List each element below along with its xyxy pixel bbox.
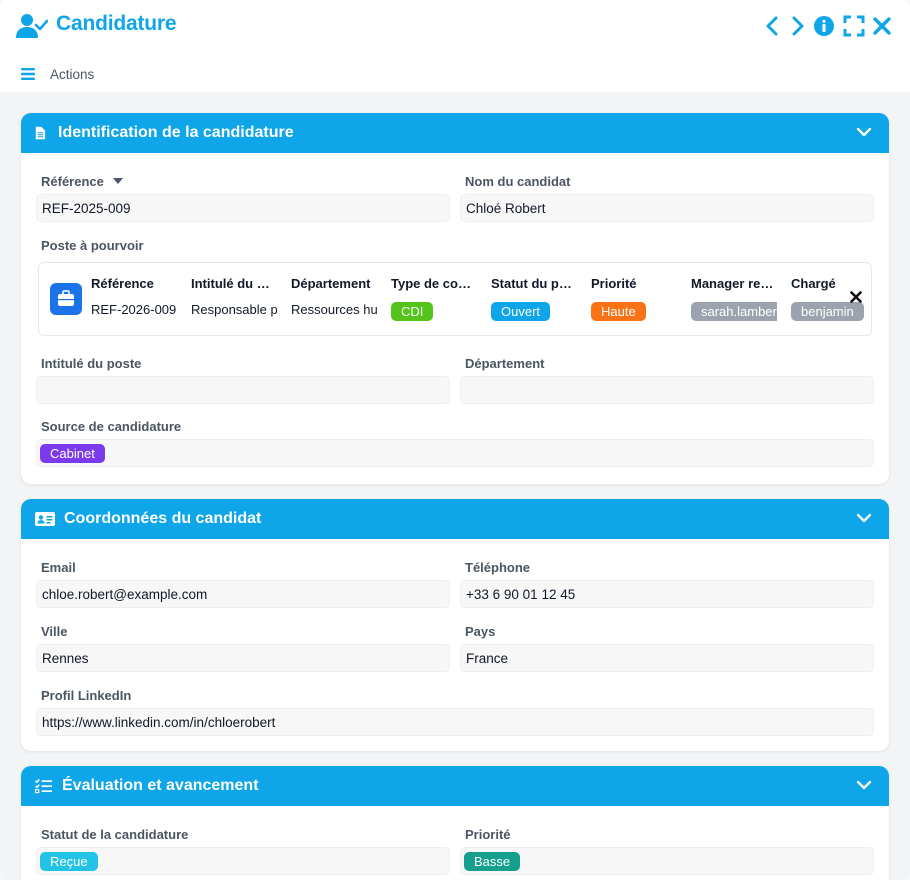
- priorite-field[interactable]: Basse: [460, 847, 874, 875]
- section-title: Identification de la candidature: [58, 124, 294, 141]
- source-field[interactable]: Cabinet: [36, 439, 874, 467]
- card-column-header: Type de contrat: [391, 276, 477, 291]
- page-title: Candidature: [56, 12, 177, 35]
- pays-field[interactable]: France: [460, 644, 874, 672]
- info-icon[interactable]: [813, 15, 835, 37]
- statut-label: Statut de la candidature: [41, 827, 189, 842]
- section-title: Coordonnées du candidat: [64, 510, 262, 527]
- card-column-badge: Ouvert: [491, 302, 551, 321]
- user-check-icon: [16, 14, 48, 38]
- priorite-badge: Basse: [464, 852, 521, 871]
- record-window: Candidature Actions Identification de la…: [0, 0, 910, 880]
- chevron-down-icon[interactable]: [857, 780, 871, 790]
- departement-label: Département: [465, 356, 545, 371]
- nom-candidat-label: Nom du candidat: [465, 174, 571, 189]
- actions-label[interactable]: Actions: [50, 67, 94, 82]
- card-column-badge: Haute: [591, 302, 646, 321]
- close-icon[interactable]: [871, 15, 893, 37]
- window-header: Candidature: [0, 0, 910, 52]
- source-label: Source de candidature: [41, 419, 182, 434]
- chevron-right-icon[interactable]: [786, 15, 808, 37]
- nom-candidat-field[interactable]: Chloé Robert: [460, 194, 874, 222]
- poste-label: Poste à pourvoir: [41, 238, 144, 253]
- card-column-badge: sarah.lambert: [691, 302, 777, 321]
- card-column-header: Statut du poste: [491, 276, 577, 291]
- ville-label: Ville: [41, 624, 68, 639]
- card-column-header: Manager responsable: [691, 276, 777, 291]
- hamburger-icon[interactable]: [21, 68, 35, 80]
- chevron-down-icon[interactable]: [857, 127, 871, 137]
- pays-label: Pays: [465, 624, 496, 639]
- section-coordonnees: Coordonnées du candidat Email chloe.robe…: [21, 499, 889, 751]
- expand-icon[interactable]: [843, 15, 865, 37]
- reference-label[interactable]: Référence: [41, 174, 123, 189]
- telephone-label: Téléphone: [465, 560, 531, 575]
- linkedin-label: Profil LinkedIn: [41, 688, 132, 703]
- statut-badge: Reçue: [40, 852, 98, 871]
- card-column-value: REF-2026-009: [91, 302, 177, 317]
- sort-down-icon[interactable]: [112, 178, 123, 185]
- card-column-header: Priorité: [591, 276, 637, 291]
- section-header-coordonnees[interactable]: Coordonnées du candidat: [21, 499, 889, 539]
- card-column-value: Ressources humaines: [291, 302, 377, 317]
- list-check-icon: [35, 778, 52, 794]
- intitule-field[interactable]: [36, 376, 450, 404]
- chevron-left-icon[interactable]: [762, 15, 784, 37]
- id-card-icon: [35, 512, 55, 526]
- section-identification: Identification de la candidature Référen…: [21, 113, 889, 484]
- card-column-badge: CDI: [391, 302, 434, 321]
- priorite-label: Priorité: [465, 827, 511, 842]
- email-label: Email: [41, 560, 76, 575]
- card-column-header: Référence: [91, 276, 154, 291]
- departement-field[interactable]: [460, 376, 874, 404]
- briefcase-icon: [50, 283, 82, 315]
- chevron-down-icon[interactable]: [857, 513, 871, 523]
- linkedin-field[interactable]: https://www.linkedin.com/in/chloerobert: [36, 708, 874, 736]
- document-icon: [35, 126, 46, 140]
- card-column-header: Département: [291, 276, 371, 291]
- section-title: Évaluation et avancement: [62, 777, 259, 794]
- telephone-field[interactable]: +33 6 90 01 12 45: [460, 580, 874, 608]
- section-header-identification[interactable]: Identification de la candidature: [21, 113, 889, 153]
- card-column-header: Intitulé du poste: [191, 276, 277, 291]
- poste-card[interactable]: Référence REF-2026-009 Intitulé du poste Re…: [38, 262, 872, 336]
- card-column-badge: benjamin: [791, 302, 864, 321]
- remove-icon[interactable]: [850, 291, 862, 303]
- source-badge: Cabinet: [40, 444, 105, 463]
- email-field[interactable]: chloe.robert@example.com: [36, 580, 450, 608]
- intitule-label: Intitulé du poste: [41, 356, 142, 371]
- card-column-header: Chargé: [791, 276, 836, 291]
- ville-field[interactable]: Rennes: [36, 644, 450, 672]
- card-column-value: Responsable p: [191, 302, 277, 317]
- section-header-evaluation[interactable]: Évaluation et avancement: [21, 766, 889, 806]
- reference-field[interactable]: REF-2025-009: [36, 194, 450, 222]
- actions-bar[interactable]: Actions: [0, 56, 910, 92]
- section-evaluation: Évaluation et avancement Statut de la ca…: [21, 766, 889, 880]
- statut-field[interactable]: Reçue: [36, 847, 450, 875]
